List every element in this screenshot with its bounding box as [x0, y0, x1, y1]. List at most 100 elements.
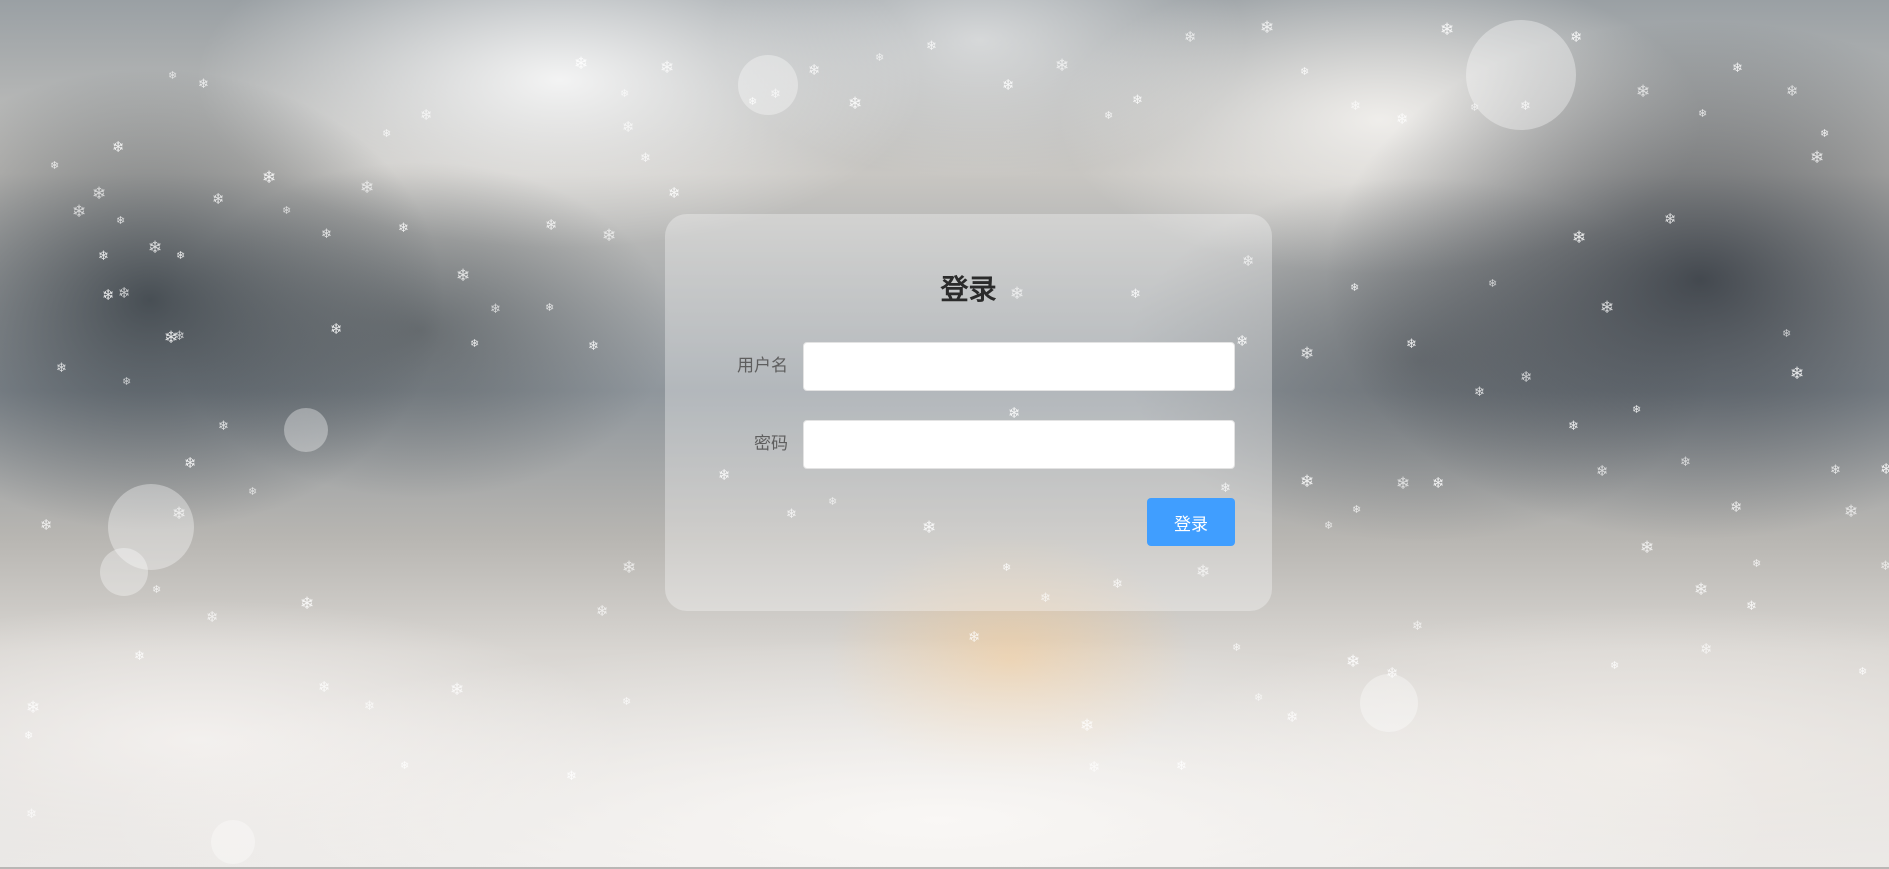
- snowflake-icon: ❄: [1324, 519, 1334, 532]
- snowflake-icon: ❄: [98, 249, 109, 264]
- snowflake-icon: ❄: [1055, 56, 1070, 76]
- snowflake-icon: ❄: [1880, 460, 1889, 478]
- snowflake-icon: ❄: [321, 227, 332, 242]
- bokeh-light: [284, 408, 328, 452]
- snowflake-icon: ❄: [1352, 503, 1362, 516]
- snowflake-icon: ❄: [1406, 337, 1417, 352]
- username-input[interactable]: [803, 342, 1235, 391]
- snowflake-icon: ❄: [1858, 665, 1868, 678]
- snowflake-icon: ❄: [596, 602, 609, 620]
- snowflake-icon: ❄: [1520, 368, 1533, 386]
- snowflake-icon: ❄: [330, 320, 343, 338]
- snowflake-icon: ❄: [118, 284, 131, 302]
- snowflake-icon: ❄: [122, 375, 132, 388]
- snowflake-icon: ❄: [622, 118, 635, 136]
- snowflake-icon: ❄: [450, 680, 465, 700]
- snowflake-icon: ❄: [1488, 277, 1498, 290]
- snowflake-icon: ❄: [1432, 474, 1445, 492]
- snowflake-icon: ❄: [1002, 76, 1015, 94]
- snowflake-icon: ❄: [134, 649, 145, 664]
- snowflake-icon: ❄: [1820, 127, 1830, 140]
- snowflake-icon: ❄: [1636, 82, 1651, 102]
- snowflake-icon: ❄: [92, 184, 107, 204]
- snowflake-icon: ❄: [164, 328, 179, 348]
- login-card: 登录 用户名 密码 登录: [665, 214, 1272, 611]
- snowflake-icon: ❄: [1694, 580, 1709, 600]
- snowflake-icon: ❄: [198, 77, 209, 92]
- bokeh-light: [100, 548, 148, 596]
- snowflake-icon: ❄: [1412, 619, 1423, 634]
- snowflake-icon: ❄: [26, 807, 37, 822]
- bokeh-light: [1360, 674, 1418, 732]
- snowflake-icon: ❄: [1104, 109, 1114, 122]
- snowflake-icon: ❄: [1830, 463, 1841, 478]
- snowflake-icon: ❄: [1440, 20, 1455, 40]
- snowflake-icon: ❄: [1572, 228, 1587, 248]
- snowflake-icon: ❄: [102, 286, 115, 304]
- snowflake-icon: ❄: [1350, 99, 1361, 114]
- snowflake-icon: ❄: [1810, 148, 1825, 168]
- snowflake-icon: ❄: [1568, 419, 1579, 434]
- snowflake-icon: ❄: [545, 301, 555, 314]
- snowflake-icon: ❄: [1730, 498, 1743, 516]
- snowflake-icon: ❄: [1698, 107, 1708, 120]
- snowflake-icon: ❄: [212, 190, 225, 208]
- snowflake-icon: ❄: [588, 339, 599, 354]
- snowflake-icon: ❄: [56, 361, 67, 376]
- password-input[interactable]: [803, 420, 1235, 469]
- snowflake-icon: ❄: [1680, 455, 1691, 470]
- snowflake-icon: ❄: [470, 337, 480, 350]
- snowflake-icon: ❄: [168, 69, 178, 82]
- snowflake-icon: ❄: [1300, 472, 1315, 492]
- snowflake-icon: ❄: [1260, 18, 1275, 38]
- snowflake-icon: ❄: [1350, 281, 1360, 294]
- snowflake-icon: ❄: [148, 238, 163, 258]
- snowflake-icon: ❄: [668, 184, 681, 202]
- snowflake-icon: ❄: [456, 266, 471, 286]
- snowflake-icon: ❄: [1752, 557, 1762, 570]
- snowflake-icon: ❄: [1844, 502, 1859, 522]
- snowflake-icon: ❄: [248, 485, 258, 498]
- snowflake-icon: ❄: [602, 226, 617, 246]
- snowflake-icon: ❄: [112, 138, 125, 156]
- snowflake-icon: ❄: [1640, 538, 1655, 558]
- snowflake-icon: ❄: [1286, 708, 1299, 726]
- snowflake-icon: ❄: [262, 168, 277, 188]
- bokeh-light: [211, 820, 255, 864]
- snowflake-icon: ❄: [26, 698, 41, 718]
- snowflake-icon: ❄: [1600, 298, 1615, 318]
- snowflake-icon: ❄: [968, 628, 981, 646]
- snowflake-icon: ❄: [1080, 716, 1095, 736]
- snowflake-icon: ❄: [490, 302, 501, 317]
- snowflake-icon: ❄: [1700, 640, 1713, 658]
- snowflake-icon: ❄: [1176, 759, 1187, 774]
- snowflake-icon: ❄: [1664, 210, 1677, 228]
- snowflake-icon: ❄: [360, 178, 375, 198]
- username-label: 用户名: [737, 356, 788, 376]
- bokeh-light: [738, 55, 798, 115]
- snowflake-icon: ❄: [1610, 659, 1620, 672]
- snowflake-icon: ❄: [398, 221, 409, 236]
- snowflake-icon: ❄: [50, 159, 60, 172]
- snowflake-icon: ❄: [620, 87, 630, 100]
- bokeh-light: [1466, 20, 1576, 130]
- snowflake-icon: ❄: [1088, 758, 1101, 776]
- snowflake-icon: ❄: [574, 54, 589, 74]
- snowflake-icon: ❄: [1790, 364, 1805, 384]
- snowflake-icon: ❄: [1632, 403, 1642, 416]
- snowflake-icon: ❄: [566, 769, 577, 784]
- snowflake-icon: ❄: [282, 204, 292, 217]
- snowflake-icon: ❄: [1880, 559, 1889, 574]
- snowflake-icon: ❄: [808, 61, 821, 79]
- login-title: 登录: [940, 273, 997, 306]
- snowflake-icon: ❄: [1232, 641, 1242, 654]
- snowflake-icon: ❄: [176, 249, 186, 262]
- snowflake-icon: ❄: [1300, 65, 1310, 78]
- snowflake-icon: ❄: [1782, 327, 1792, 340]
- snowflake-icon: ❄: [622, 558, 637, 578]
- snowflake-icon: ❄: [1184, 28, 1197, 46]
- login-button[interactable]: 登录: [1147, 498, 1235, 546]
- snowflake-icon: ❄: [206, 608, 219, 626]
- snowflake-icon: ❄: [660, 58, 675, 78]
- snowflake-icon: ❄: [1300, 344, 1315, 364]
